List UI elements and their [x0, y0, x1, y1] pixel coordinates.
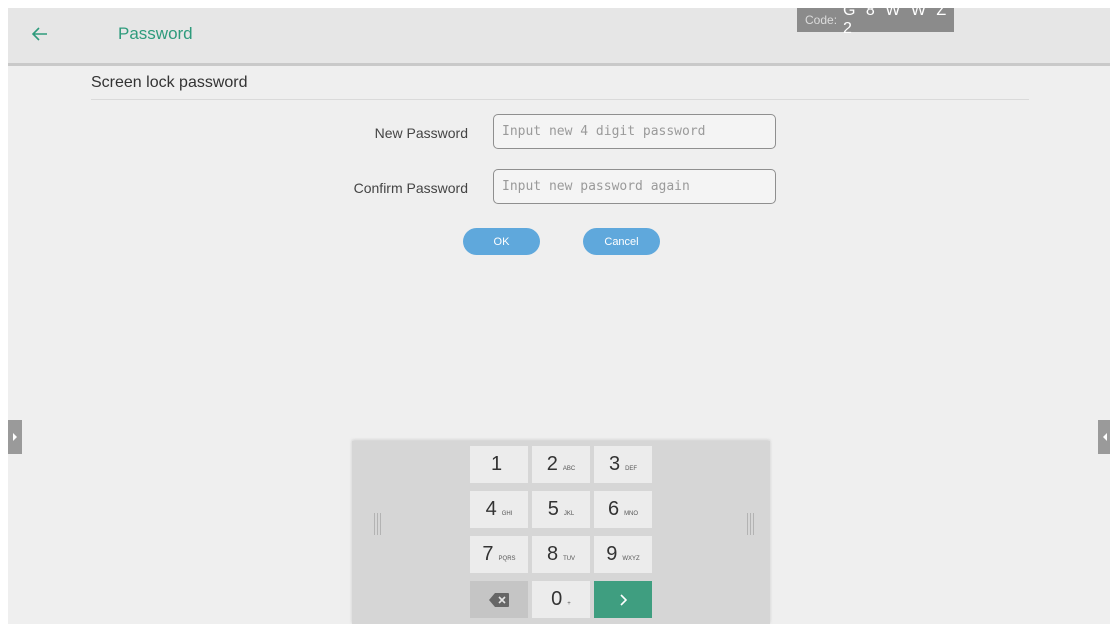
top-bar: Password Code: G 8 W W Z 2 [8, 8, 1110, 66]
confirm-password-label: Confirm Password [353, 180, 468, 196]
new-password-field[interactable] [493, 114, 776, 149]
section-title: Screen lock password [91, 74, 248, 91]
right-side-tab[interactable] [1098, 420, 1110, 454]
left-drag-handle[interactable] [372, 513, 382, 535]
key-2[interactable]: 2 ABC [532, 446, 590, 483]
confirm-password-field[interactable] [493, 169, 776, 204]
key-4[interactable]: 4 GHI [470, 491, 528, 528]
backspace-key[interactable] [470, 581, 528, 618]
key-7[interactable]: 7 PQRS [470, 536, 528, 573]
chevron-right-icon [13, 433, 17, 441]
screen: Password Code: G 8 W W Z 2 Screen lock p… [8, 8, 1110, 624]
code-value: G 8 W W Z 2 [843, 8, 950, 37]
right-drag-handle[interactable] [745, 513, 755, 535]
back-button[interactable] [26, 20, 54, 48]
key-6[interactable]: 6 MNO [594, 491, 652, 528]
left-side-tab[interactable] [8, 420, 22, 454]
key-1[interactable]: 1 [470, 446, 528, 483]
key-9[interactable]: 9 WXYZ [594, 536, 652, 573]
key-5[interactable]: 5 JKL [532, 491, 590, 528]
key-8[interactable]: 8 TUV [532, 536, 590, 573]
ok-button[interactable]: OK [463, 228, 540, 255]
new-password-label: New Password [374, 125, 468, 141]
chevron-right-icon [620, 593, 627, 606]
code-label: Code: [805, 13, 838, 27]
key-0[interactable]: 0 + [532, 581, 590, 618]
numeric-keypad: 1 2 ABC 3 DEF 4 GHI 5 JKL 6 MNO 7 PQRS 8 [352, 441, 770, 624]
arrow-left-icon [32, 27, 47, 41]
page-title: Password [118, 24, 193, 43]
divider [91, 99, 1029, 100]
chevron-left-icon [1103, 433, 1107, 441]
key-3[interactable]: 3 DEF [594, 446, 652, 483]
cancel-button[interactable]: Cancel [583, 228, 660, 255]
backspace-icon [489, 592, 509, 607]
code-badge: Code: G 8 W W Z 2 [797, 8, 954, 37]
enter-key[interactable] [594, 581, 652, 618]
